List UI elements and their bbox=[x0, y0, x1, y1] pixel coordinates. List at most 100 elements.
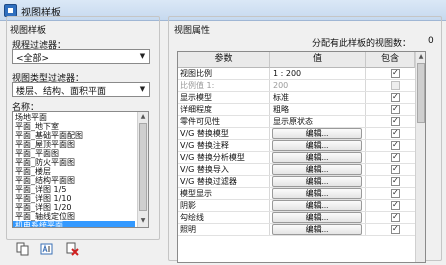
names-scrollbar-thumb[interactable] bbox=[139, 123, 147, 211]
property-row: V/G 替换分析模型 编辑... bbox=[178, 152, 425, 164]
property-row: 照明 编辑... bbox=[178, 224, 425, 236]
property-value-cell: 编辑... bbox=[270, 200, 366, 211]
property-value[interactable]: 标准 bbox=[270, 93, 289, 102]
include-checkbox[interactable] bbox=[391, 212, 400, 222]
include-checkbox[interactable] bbox=[391, 116, 400, 126]
template-list-item[interactable]: 平面_轴线定位图 bbox=[15, 212, 75, 221]
include-checkbox[interactable] bbox=[391, 140, 400, 150]
edit-button[interactable]: 编辑... bbox=[272, 200, 362, 211]
include-checkbox[interactable] bbox=[391, 188, 400, 198]
property-value: 200 bbox=[273, 81, 289, 90]
property-parameter: 详细程度 bbox=[178, 104, 270, 115]
column-header-include[interactable]: 包含 bbox=[366, 52, 415, 68]
column-header-value[interactable]: 值 bbox=[270, 52, 366, 68]
properties-scrollbar[interactable]: ▲ bbox=[415, 52, 425, 262]
template-list-item[interactable]: 平面_详图 1/20 bbox=[15, 203, 72, 212]
property-row: V/G 替换模型 编辑... bbox=[178, 128, 425, 140]
property-value-cell: 显示原状态 bbox=[270, 116, 366, 127]
property-value-cell: 编辑... bbox=[270, 212, 366, 223]
property-value-cell: 粗略 bbox=[270, 104, 366, 115]
property-value-cell: 1 : 200 bbox=[270, 68, 366, 79]
template-list-item[interactable]: 平面_楼层 bbox=[15, 167, 51, 176]
property-parameter: V/G 替换过滤器 bbox=[178, 176, 270, 187]
rename-button[interactable] bbox=[40, 242, 53, 256]
delete-button[interactable] bbox=[66, 242, 79, 256]
discipline-filter-dropdown[interactable]: <全部> ▼ bbox=[12, 49, 150, 64]
view-templates-group-title: 视图样板 bbox=[10, 26, 47, 36]
property-value[interactable]: 粗略 bbox=[270, 105, 289, 114]
edit-button[interactable]: 编辑... bbox=[272, 188, 362, 199]
template-list-item[interactable]: 平面_结构平面图 bbox=[15, 176, 75, 185]
scroll-down-icon[interactable]: ▼ bbox=[138, 216, 148, 226]
rename-icon bbox=[40, 243, 53, 255]
include-checkbox[interactable] bbox=[391, 68, 400, 78]
duplicate-button[interactable] bbox=[16, 242, 29, 256]
edit-button[interactable]: 编辑... bbox=[272, 164, 362, 175]
chevron-down-icon: ▼ bbox=[139, 52, 146, 60]
include-checkbox[interactable] bbox=[391, 200, 400, 210]
view-properties-group-title: 视图属性 bbox=[174, 26, 211, 36]
property-value-cell: 标准 bbox=[270, 92, 366, 103]
property-parameter: V/G 替换导入 bbox=[178, 164, 270, 175]
scroll-up-icon[interactable]: ▲ bbox=[138, 112, 148, 122]
property-parameter: 阴影 bbox=[178, 200, 270, 211]
property-parameter: 显示模型 bbox=[178, 92, 270, 103]
template-names-list[interactable]: 场地平面 平面_地下室 平面_基础平面配图 平面_屋顶平面图 平面_平面图 平面_防火平面… bbox=[12, 111, 149, 228]
edit-button[interactable]: 编辑... bbox=[272, 152, 362, 163]
property-value[interactable]: 显示原状态 bbox=[270, 117, 313, 126]
template-list-item[interactable]: 平面_基础平面配图 bbox=[15, 131, 83, 140]
property-row: 比例值 1: 200 bbox=[178, 80, 425, 92]
template-list-item[interactable]: 机电系统平面 bbox=[13, 221, 135, 227]
properties-table: 参数 值 包含 视图比例1 : 200比例值 1:200显示模型标准详细程度粗略… bbox=[177, 51, 426, 263]
property-value-cell: 编辑... bbox=[270, 176, 366, 187]
template-list-item[interactable]: 平面_详图 1/5 bbox=[15, 185, 66, 194]
property-row: 详细程度 粗略 bbox=[178, 104, 425, 116]
template-list-item[interactable]: 平面_屋顶平面图 bbox=[15, 140, 75, 149]
property-row: 显示模型 标准 bbox=[178, 92, 425, 104]
duplicate-icon bbox=[16, 242, 29, 256]
template-list-item[interactable]: 场地平面 bbox=[15, 113, 47, 122]
include-checkbox[interactable] bbox=[391, 152, 400, 162]
edit-button[interactable]: 编辑... bbox=[272, 212, 362, 223]
assigned-count-label: 分配有此样板的视图数： bbox=[312, 39, 412, 49]
property-parameter: V/G 替换模型 bbox=[178, 128, 270, 139]
property-parameter: 照明 bbox=[178, 224, 270, 235]
property-value-cell: 编辑... bbox=[270, 140, 366, 151]
template-list-item[interactable]: 平面_地下室 bbox=[15, 122, 59, 131]
template-list-item[interactable]: 平面_防火平面图 bbox=[15, 158, 75, 167]
property-row: 零件可见性 显示原状态 bbox=[178, 116, 425, 128]
view-type-filter-value: 楼层、结构、面积平面 bbox=[16, 87, 107, 97]
edit-button[interactable]: 编辑... bbox=[272, 140, 362, 151]
property-row: V/G 替换过滤器 编辑... bbox=[178, 176, 425, 188]
discipline-filter-value: <全部> bbox=[16, 54, 50, 64]
column-header-parameter[interactable]: 参数 bbox=[178, 52, 270, 68]
edit-button[interactable]: 编辑... bbox=[272, 224, 362, 235]
view-type-filter-dropdown[interactable]: 楼层、结构、面积平面 ▼ bbox=[12, 82, 150, 97]
assigned-count-value: 0 bbox=[428, 36, 434, 46]
property-parameter: V/G 替换注释 bbox=[178, 140, 270, 151]
include-checkbox[interactable] bbox=[391, 176, 400, 186]
property-value-cell: 编辑... bbox=[270, 128, 366, 139]
property-row: V/G 替换注释 编辑... bbox=[178, 140, 425, 152]
include-checkbox[interactable] bbox=[391, 224, 400, 234]
include-checkbox[interactable] bbox=[391, 164, 400, 174]
property-value-cell: 编辑... bbox=[270, 164, 366, 175]
names-scrollbar[interactable]: ▲ ▼ bbox=[137, 112, 148, 227]
property-value-cell: 编辑... bbox=[270, 224, 366, 235]
include-checkbox[interactable] bbox=[391, 104, 400, 114]
scroll-up-icon[interactable]: ▲ bbox=[416, 52, 425, 62]
delete-icon bbox=[66, 242, 79, 256]
property-value[interactable]: 1 : 200 bbox=[270, 69, 301, 78]
template-list-item[interactable]: 平面_平面图 bbox=[15, 149, 59, 158]
edit-button[interactable]: 编辑... bbox=[272, 128, 362, 139]
properties-scrollbar-thumb[interactable] bbox=[417, 63, 425, 123]
include-checkbox[interactable] bbox=[391, 92, 400, 102]
property-row: 视图比例 1 : 200 bbox=[178, 68, 425, 80]
template-list-item[interactable]: 平面_详图 1/10 bbox=[15, 194, 72, 203]
include-checkbox bbox=[391, 81, 400, 90]
include-checkbox[interactable] bbox=[391, 128, 400, 138]
property-row: 勾绘线 编辑... bbox=[178, 212, 425, 224]
edit-button[interactable]: 编辑... bbox=[272, 176, 362, 187]
property-parameter: 模型显示 bbox=[178, 188, 270, 199]
property-parameter: 视图比例 bbox=[178, 68, 270, 79]
